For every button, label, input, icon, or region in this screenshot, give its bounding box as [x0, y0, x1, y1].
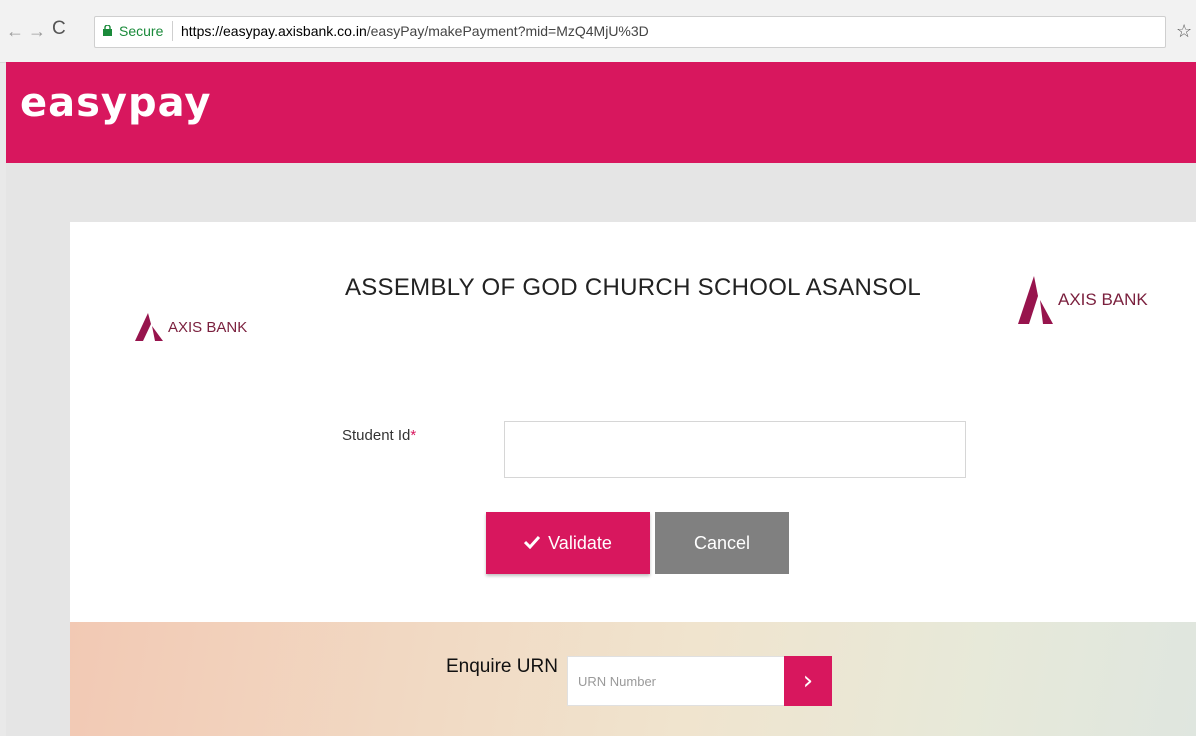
- payment-card: ASSEMBLY OF GOD CHURCH SCHOOL ASANSOL AX…: [70, 222, 1196, 622]
- easypay-logo[interactable]: easypay: [20, 80, 211, 126]
- axis-bank-name: AXIS BANK: [168, 318, 248, 336]
- enquire-urn-label: Enquire URN: [446, 656, 558, 677]
- url-host: https://easypay.axisbank.co.in: [181, 23, 367, 39]
- cancel-label: Cancel: [693, 532, 751, 553]
- validate-label: Validate: [548, 532, 612, 553]
- axis-bank-mark-icon: [135, 313, 163, 341]
- url-path: /easyPay/makePayment?mid=MzQ4MjU%3D: [366, 23, 649, 39]
- cancel-button[interactable]: Cancel: [655, 512, 789, 574]
- address-bar[interactable]: Secure https://easypay.axisbank.co.in/ea…: [94, 16, 1166, 48]
- axis-bank-mark-icon: [1018, 276, 1053, 324]
- checkmark-icon: [524, 533, 541, 554]
- address-separator: [172, 21, 173, 41]
- reload-icon[interactable]: C: [52, 19, 66, 38]
- forward-arrow-icon[interactable]: →: [28, 22, 46, 40]
- axis-bank-logo-left: AXIS BANK: [134, 312, 247, 342]
- validate-button[interactable]: Validate: [486, 512, 650, 574]
- student-id-label-text: Student Id: [342, 427, 411, 444]
- axis-bank-name: AXIS BANK: [1058, 290, 1148, 309]
- url-text[interactable]: https://easypay.axisbank.co.in/easyPay/m…: [181, 23, 649, 39]
- student-id-label: Student Id*: [342, 427, 416, 444]
- urn-submit-button[interactable]: ›: [784, 656, 832, 706]
- back-arrow-icon[interactable]: ←: [6, 22, 24, 40]
- student-id-input[interactable]: [504, 421, 966, 478]
- enquire-urn-section: Enquire URN ›: [70, 622, 1196, 736]
- chevron-right-icon: ›: [802, 666, 814, 696]
- browser-toolbar: ← → C Secure https://easypay.axisbank.co…: [0, 0, 1196, 63]
- urn-number-input[interactable]: [567, 656, 785, 706]
- secure-label: Secure: [119, 23, 164, 39]
- required-marker: *: [410, 427, 417, 444]
- bookmark-star-icon[interactable]: ☆: [1176, 21, 1192, 42]
- lock-icon: [103, 25, 112, 36]
- axis-bank-logo-right: AXIS BANK: [1016, 274, 1148, 326]
- site-header: easypay: [6, 62, 1196, 163]
